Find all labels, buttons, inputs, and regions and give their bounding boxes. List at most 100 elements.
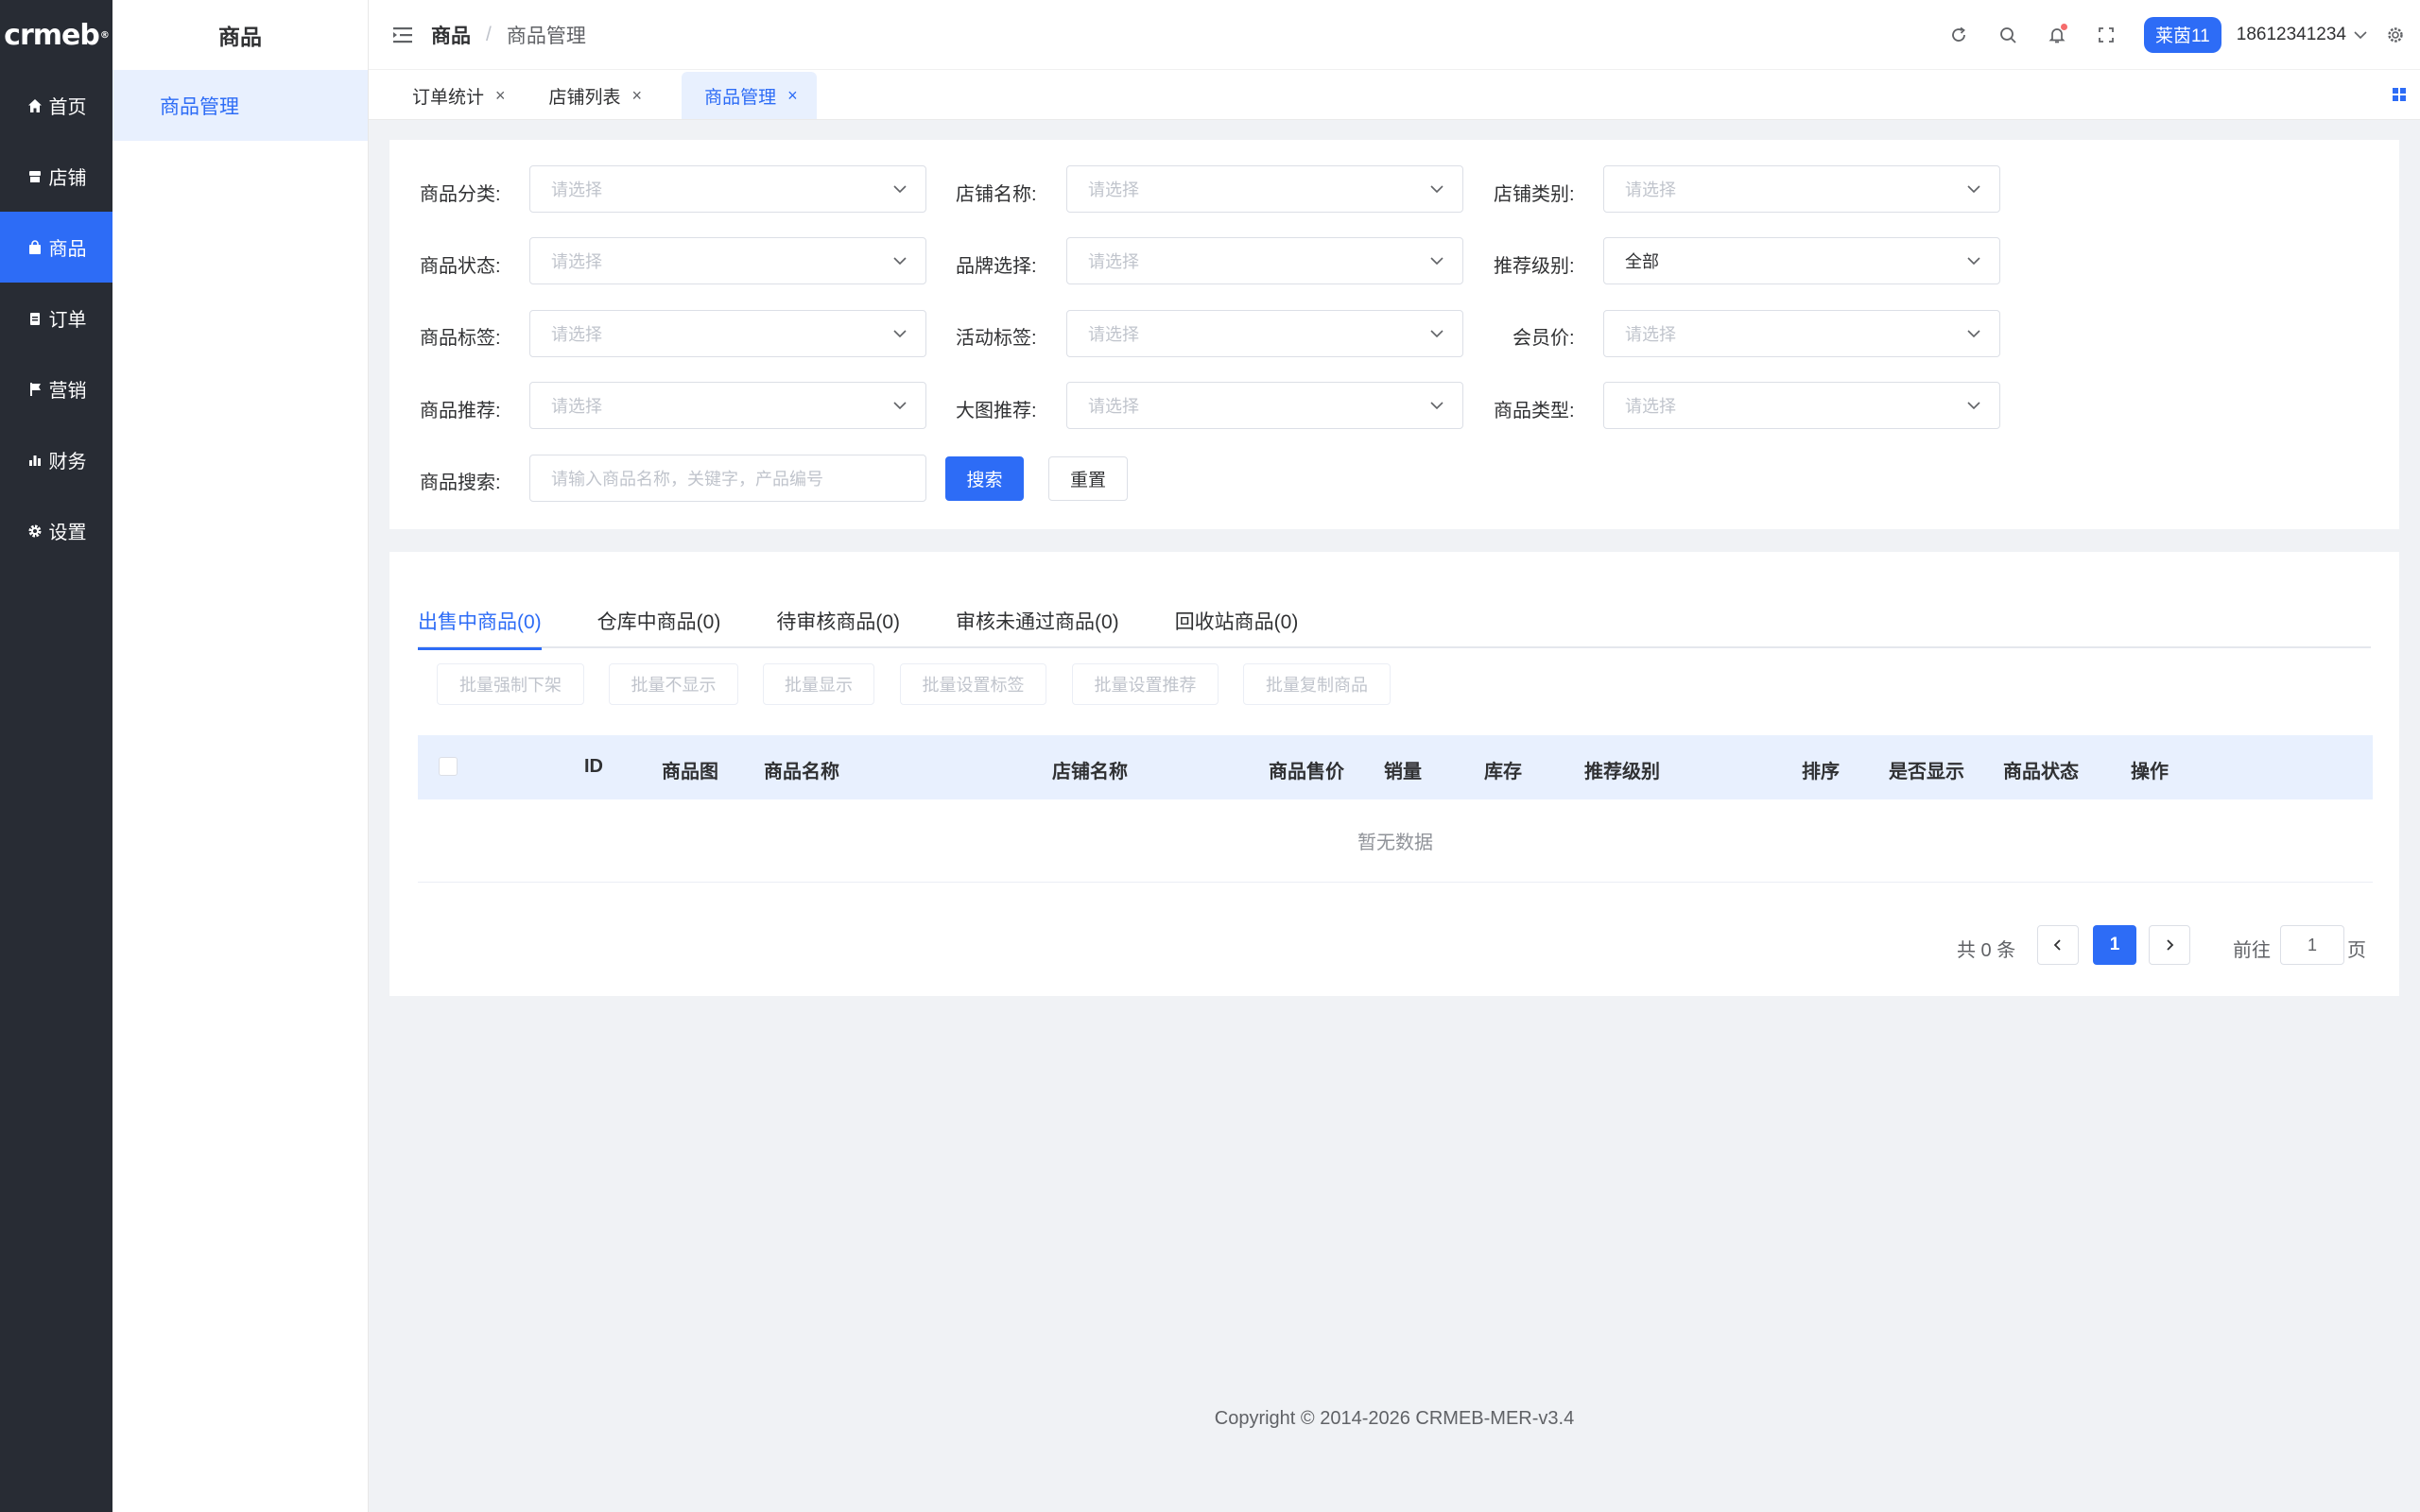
column-header-stock: 库存 bbox=[1484, 762, 1522, 782]
batch-copy-button[interactable]: 批量复制商品 bbox=[1243, 663, 1391, 705]
big-image-label: 大图推荐: bbox=[956, 401, 1037, 421]
refresh-icon[interactable] bbox=[1947, 24, 1970, 46]
tab-in-warehouse[interactable]: 仓库中商品(0) bbox=[597, 593, 721, 648]
pagination-page-suffix: 页 bbox=[2347, 940, 2366, 961]
pagination-page-1[interactable]: 1 bbox=[2093, 925, 2136, 965]
column-header-name: 商品名称 bbox=[764, 762, 839, 782]
chevron-down-icon bbox=[1430, 402, 1443, 410]
tab-recycle-bin[interactable]: 回收站商品(0) bbox=[1175, 593, 1299, 648]
settings-icon[interactable] bbox=[2384, 24, 2407, 46]
shop-badge[interactable]: 莱茵11 bbox=[2144, 16, 2221, 53]
sidebar-item-order[interactable]: 订单 bbox=[0, 283, 112, 353]
sub-sidebar: 商品 商品管理 bbox=[112, 0, 369, 1512]
product-list-panel: 出售中商品(0) 仓库中商品(0) 待审核商品(0) 审核未通过商品(0) 回收… bbox=[389, 552, 2399, 996]
recommend-placeholder: 请选择 bbox=[551, 397, 602, 416]
tag-store-list[interactable]: 店铺列表 × bbox=[525, 72, 662, 119]
bar-chart-icon bbox=[26, 452, 43, 469]
brand-select[interactable]: 请选择 bbox=[1066, 237, 1463, 284]
batch-set-tag-button[interactable]: 批量设置标签 bbox=[900, 663, 1046, 705]
tab-review-failed[interactable]: 审核未通过商品(0) bbox=[956, 593, 1119, 648]
main-sidebar: crmeb ® 首页 店铺 商品 订单 营销 财务 设置 bbox=[0, 0, 112, 1512]
activity-tag-select[interactable]: 请选择 bbox=[1066, 310, 1463, 357]
pagination-prev-button[interactable] bbox=[2037, 925, 2079, 965]
batch-hide-button[interactable]: 批量不显示 bbox=[609, 663, 738, 705]
big-image-select[interactable]: 请选择 bbox=[1066, 382, 1463, 429]
chevron-left-icon bbox=[2053, 939, 2061, 951]
store-name-select[interactable]: 请选择 bbox=[1066, 165, 1463, 213]
sidebar-item-label: 店铺 bbox=[48, 168, 87, 189]
product-type-select[interactable]: 请选择 bbox=[1603, 382, 2000, 429]
logo-text: crmeb bbox=[4, 18, 100, 52]
fullscreen-icon[interactable] bbox=[2095, 24, 2118, 46]
recommend-select[interactable]: 请选择 bbox=[529, 382, 926, 429]
close-icon[interactable]: × bbox=[787, 86, 798, 106]
column-header-price: 商品售价 bbox=[1269, 762, 1344, 782]
search-label: 商品搜索: bbox=[420, 472, 501, 493]
store-icon bbox=[26, 168, 43, 185]
close-icon[interactable]: × bbox=[495, 86, 506, 106]
status-select[interactable]: 请选择 bbox=[529, 237, 926, 284]
bag-icon bbox=[26, 239, 43, 256]
user-menu[interactable]: 18612341234 bbox=[2237, 25, 2367, 45]
sidebar-item-store[interactable]: 店铺 bbox=[0, 141, 112, 212]
notification-dot bbox=[2061, 23, 2068, 30]
sub-sidebar-item-product-management[interactable]: 商品管理 bbox=[112, 70, 368, 141]
sidebar-item-finance[interactable]: 财务 bbox=[0, 424, 112, 495]
tag-product-management[interactable]: 商品管理 × bbox=[682, 72, 817, 119]
breadcrumb-separator: / bbox=[486, 23, 492, 45]
sidebar-item-home[interactable]: 首页 bbox=[0, 70, 112, 141]
category-select[interactable]: 请选择 bbox=[529, 165, 926, 213]
sidebar-item-marketing[interactable]: 营销 bbox=[0, 353, 112, 424]
tab-on-sale[interactable]: 出售中商品(0) bbox=[418, 593, 542, 650]
chevron-down-icon bbox=[893, 185, 907, 194]
chevron-down-icon bbox=[2354, 25, 2367, 45]
store-name-label: 店铺名称: bbox=[956, 184, 1037, 205]
header-actions: 莱茵11 18612341234 bbox=[1947, 0, 2420, 69]
pagination-goto-label: 前往 bbox=[2233, 940, 2271, 961]
user-phone: 18612341234 bbox=[2236, 24, 2346, 44]
batch-show-button[interactable]: 批量显示 bbox=[763, 663, 874, 705]
sidebar-item-product[interactable]: 商品 bbox=[0, 212, 112, 283]
sidebar-item-label: 首页 bbox=[48, 97, 87, 118]
flag-icon bbox=[26, 381, 43, 398]
status-label: 商品状态: bbox=[420, 256, 501, 277]
menu-fold-icon[interactable] bbox=[393, 25, 414, 45]
chevron-down-icon bbox=[1967, 402, 1980, 410]
reset-button[interactable]: 重置 bbox=[1048, 456, 1128, 501]
breadcrumb: 商品 / 商品管理 bbox=[431, 21, 586, 49]
sidebar-item-label: 财务 bbox=[48, 452, 87, 472]
member-price-placeholder: 请选择 bbox=[1625, 325, 1676, 344]
logo[interactable]: crmeb ® bbox=[0, 0, 112, 70]
product-tag-label: 商品标签: bbox=[420, 328, 501, 349]
batch-set-recommend-button[interactable]: 批量设置推荐 bbox=[1072, 663, 1219, 705]
chevron-down-icon bbox=[893, 402, 907, 410]
sub-sidebar-title: 商品 bbox=[218, 25, 262, 49]
breadcrumb-current: 商品管理 bbox=[506, 25, 586, 47]
search-input[interactable]: 请输入商品名称，关键字，产品编号 bbox=[529, 455, 926, 502]
pagination-goto-input[interactable]: 1 bbox=[2280, 925, 2344, 965]
product-tag-select[interactable]: 请选择 bbox=[529, 310, 926, 357]
pagination-next-button[interactable] bbox=[2149, 925, 2190, 965]
table-header: ID 商品图 商品名称 店铺名称 商品售价 销量 库存 推荐级别 排序 是否显示… bbox=[418, 735, 2373, 799]
chevron-right-icon bbox=[2167, 939, 2174, 951]
select-all-checkbox[interactable] bbox=[439, 757, 458, 776]
recommend-level-select[interactable]: 全部 bbox=[1603, 237, 2000, 284]
recommend-level-value: 全部 bbox=[1625, 252, 1659, 271]
member-price-select[interactable]: 请选择 bbox=[1603, 310, 2000, 357]
gear-icon bbox=[26, 523, 43, 540]
breadcrumb-root[interactable]: 商品 bbox=[431, 21, 471, 49]
grid-icon[interactable] bbox=[2392, 86, 2409, 103]
store-type-select[interactable]: 请选择 bbox=[1603, 165, 2000, 213]
status-placeholder: 请选择 bbox=[551, 252, 602, 271]
column-header-store: 店铺名称 bbox=[1052, 762, 1128, 782]
sidebar-item-settings[interactable]: 设置 bbox=[0, 495, 112, 566]
chevron-down-icon bbox=[1430, 185, 1443, 194]
search-button[interactable]: 搜索 bbox=[945, 456, 1024, 501]
search-icon[interactable] bbox=[1996, 24, 2019, 46]
tag-order-stats[interactable]: 订单统计 × bbox=[369, 72, 525, 119]
batch-force-delist-button[interactable]: 批量强制下架 bbox=[437, 663, 584, 705]
close-icon[interactable]: × bbox=[632, 86, 643, 106]
bell-icon[interactable] bbox=[2046, 23, 2068, 46]
tab-pending-review[interactable]: 待审核商品(0) bbox=[776, 593, 900, 648]
brand-label: 品牌选择: bbox=[956, 256, 1037, 277]
